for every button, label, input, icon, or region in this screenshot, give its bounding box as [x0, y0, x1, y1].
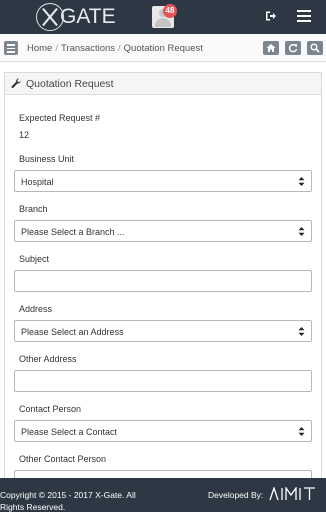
- select-caret-icon: [298, 227, 305, 236]
- select-caret-icon: [298, 177, 305, 186]
- top-navbar: GATE 48: [0, 0, 326, 34]
- business-unit-selected: Hospital: [21, 177, 54, 187]
- contact-person-select[interactable]: Please Select a Contact: [14, 420, 312, 442]
- home-icon: [266, 44, 276, 52]
- aimit-logo[interactable]: [269, 487, 317, 501]
- subject-input[interactable]: [14, 270, 312, 292]
- refresh-button[interactable]: [285, 41, 301, 55]
- other-address-label: Other Address: [19, 354, 77, 364]
- footer: Copyright © 2015 - 2017 X-Gate. All Righ…: [0, 478, 326, 512]
- breadcrumb-current: Quotation Request: [123, 43, 203, 54]
- search-icon: [310, 43, 320, 53]
- branch-selected: Please Select a Branch ...: [21, 227, 125, 237]
- search-button[interactable]: [307, 41, 323, 55]
- business-unit-label: Business Unit: [19, 154, 75, 164]
- address-selected: Please Select an Address: [21, 327, 124, 337]
- breadcrumb-separator: /: [118, 43, 121, 54]
- branch-label: Branch: [19, 204, 48, 214]
- branch-select[interactable]: Please Select a Branch ...: [14, 220, 312, 242]
- x-logo-icon: [36, 3, 64, 31]
- sidebar-toggle-icon[interactable]: [4, 41, 18, 55]
- quotation-request-panel: Quotation Request Expected Request # 12 …: [4, 72, 322, 512]
- breadcrumb-bar: Home / Transactions / Quotation Request: [0, 34, 326, 62]
- hamburger-menu-icon[interactable]: [297, 10, 311, 24]
- panel-title: Quotation Request: [26, 78, 114, 90]
- select-caret-icon: [298, 327, 305, 336]
- contact-person-label: Contact Person: [19, 404, 82, 414]
- logo-text: GATE: [60, 5, 116, 28]
- expected-request-label: Expected Request #: [19, 113, 101, 123]
- home-button[interactable]: [263, 41, 279, 55]
- developed-by-text: Developed By:: [208, 490, 264, 500]
- wrench-icon: [11, 78, 21, 89]
- copyright-text: Copyright © 2015 - 2017 X-Gate. All Righ…: [0, 490, 136, 512]
- select-caret-icon: [298, 427, 305, 436]
- refresh-icon: [288, 44, 298, 53]
- logout-icon[interactable]: [265, 9, 281, 25]
- breadcrumb: Home / Transactions / Quotation Request: [27, 43, 203, 54]
- expected-request-value: 12: [19, 130, 30, 140]
- avatar-body: [155, 18, 171, 27]
- breadcrumb-transactions[interactable]: Transactions: [61, 43, 115, 54]
- contact-person-selected: Please Select a Contact: [21, 427, 118, 437]
- subject-label: Subject: [19, 254, 50, 264]
- xgate-logo[interactable]: GATE: [36, 3, 116, 31]
- other-contact-person-label: Other Contact Person: [19, 454, 107, 464]
- notification-badge[interactable]: 48: [163, 4, 177, 18]
- business-unit-select[interactable]: Hospital: [14, 170, 312, 192]
- breadcrumb-home[interactable]: Home: [27, 43, 52, 54]
- panel-header: Quotation Request: [5, 73, 321, 95]
- breadcrumb-separator: /: [55, 43, 58, 54]
- address-label: Address: [19, 304, 53, 314]
- other-address-input[interactable]: [14, 370, 312, 392]
- address-select[interactable]: Please Select an Address: [14, 320, 312, 342]
